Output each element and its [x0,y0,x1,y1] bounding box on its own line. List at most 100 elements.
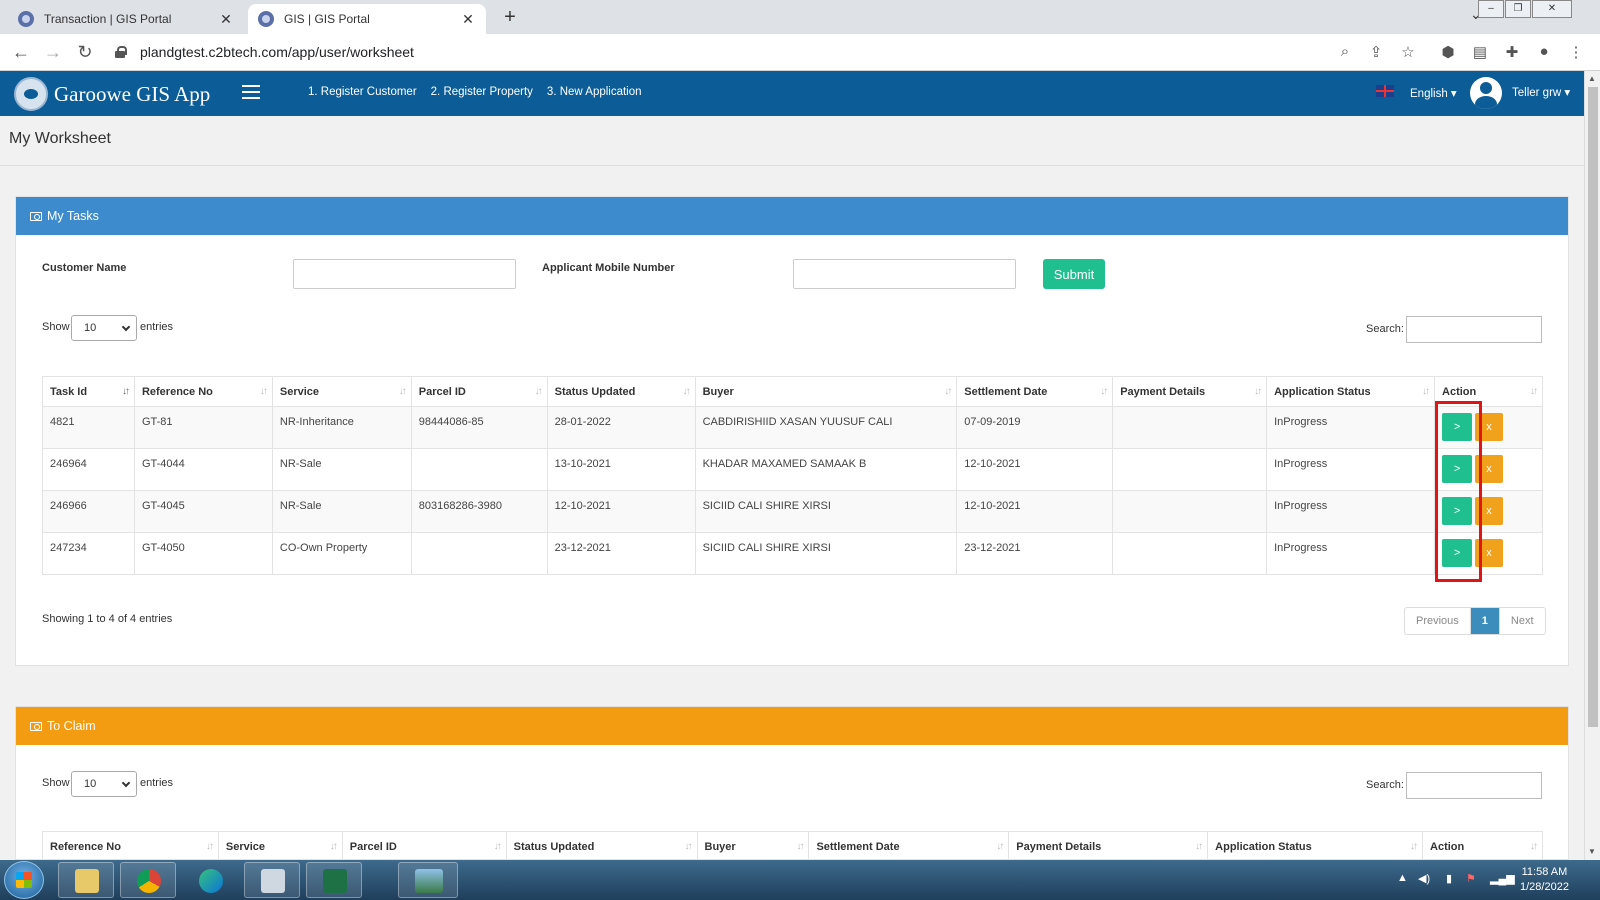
col-service[interactable]: Service ↓↑ [271,376,412,407]
submit-button[interactable]: Submit [1043,259,1105,289]
tab-close-icon[interactable]: ✕ [218,11,234,28]
cell-service: NR-Inheritance [271,406,412,449]
open-task-button[interactable]: > [1442,497,1473,525]
sort-icon: ↓↑ [205,841,214,852]
cell-parcel-id: 803168286-3980 [410,490,548,533]
open-task-button[interactable]: > [1442,539,1473,567]
col-application-status[interactable]: Application Status ↓↑ [1207,831,1424,862]
language-dropdown[interactable]: English ▾ [1410,86,1457,100]
col-payment-details[interactable]: Payment Details ↓↑ [1008,831,1209,862]
remove-task-button[interactable]: x [1475,497,1504,525]
taskbar-notes[interactable] [244,862,300,898]
col-settlement-date[interactable]: Settlement Date ↓↑ [808,831,1010,862]
col-application-status[interactable]: Application Status ↓↑ [1266,376,1436,407]
volume-icon[interactable]: ◀) [1418,872,1430,885]
battery-icon[interactable]: ▮ [1446,872,1452,885]
col-settlement-date[interactable]: Settlement Date ↓↑ [956,376,1114,407]
menu-toggle-icon[interactable] [242,85,260,99]
col-status-updated[interactable]: Status Updated ↓↑ [505,831,698,862]
nav-new-application[interactable]: 3. New Application [547,86,642,98]
user-avatar[interactable] [1470,77,1502,109]
scroll-up-icon[interactable]: ▲ [1588,74,1596,83]
cell-status-updated: 28-01-2022 [546,406,696,449]
cell-action: > x [1434,532,1543,575]
pager-page-1[interactable]: 1 [1470,608,1500,634]
user-menu-dropdown[interactable]: Teller grw ▾ [1512,85,1570,99]
cell-parcel-id [410,532,548,575]
restore-window-icon[interactable]: ❐ [1505,0,1531,18]
share-icon[interactable]: ⇪ [1366,43,1386,61]
col-action[interactable]: Action ↓↑ [1434,376,1543,407]
app-title[interactable]: Garoowe GIS App [54,82,210,107]
extension-shield-icon[interactable]: ⬢ [1438,43,1458,61]
col-reference-no[interactable]: Reference No ↓↑ [133,376,273,407]
tasks-search-input[interactable] [1406,316,1542,343]
taskbar-excel[interactable] [306,862,362,898]
sort-icon: ↓↑ [796,841,804,852]
cell-buyer: SICIID CALI SHIRE XIRSI [694,532,958,575]
search-label: Search: [1366,323,1404,335]
tray-expand-icon[interactable]: ▲ [1397,872,1408,884]
zoom-icon[interactable]: ⌕ [1335,43,1355,60]
cell-service: CO-Own Property [271,532,412,575]
cell-task-id: 247234 [42,532,135,575]
customer-name-input[interactable] [293,259,516,289]
remove-task-button[interactable]: x [1475,539,1504,567]
profile-icon[interactable]: ● [1534,43,1554,60]
url-field[interactable]: plandgtest.c2btech.com/app/user/workshee… [114,39,1314,65]
col-buyer[interactable]: Buyer ↓↑ [696,831,810,862]
sort-icon: ↓↑ [1254,386,1262,397]
scroll-thumb[interactable] [1588,87,1598,727]
col-parcel-id[interactable]: Parcel ID ↓↑ [410,376,548,407]
action-center-icon[interactable]: ⚑ [1466,872,1476,885]
col-buyer[interactable]: Buyer ↓↑ [694,376,958,407]
pager-previous[interactable]: Previous [1405,608,1471,634]
scroll-down-icon[interactable]: ▼ [1588,847,1596,856]
remove-task-button[interactable]: x [1475,455,1504,483]
network-icon[interactable]: ▂▄▆ [1490,872,1515,885]
taskbar-edge[interactable] [182,862,238,898]
app-logo[interactable] [14,77,48,111]
col-parcel-id[interactable]: Parcel ID ↓↑ [341,831,507,862]
tab-close-icon[interactable]: ✕ [460,11,476,28]
browser-tab-transaction[interactable]: Transaction | GIS Portal ✕ [8,4,244,34]
extension-clipboard-icon[interactable]: ▤ [1470,43,1490,61]
taskbar-chrome[interactable] [120,862,176,898]
start-button[interactable] [4,861,44,899]
nav-register-customer[interactable]: 1. Register Customer [308,86,417,98]
col-reference-no[interactable]: Reference No ↓↑ [42,831,219,862]
col-task-id[interactable]: Task Id ↓↑ [42,376,135,407]
mobile-number-input[interactable] [793,259,1016,289]
taskbar-photos[interactable] [398,862,458,898]
col-status-updated[interactable]: Status Updated ↓↑ [546,376,696,407]
claim-search-input[interactable] [1406,772,1542,799]
nav-register-property[interactable]: 2. Register Property [431,86,533,98]
browser-menu-icon[interactable]: ⋮ [1566,43,1586,61]
taskbar-explorer[interactable] [58,862,114,898]
extensions-puzzle-icon[interactable]: ✚ [1502,43,1522,61]
new-tab-button[interactable]: + [498,6,522,29]
page-scrollbar[interactable]: ▲ ▼ [1584,71,1600,860]
forward-arrow-icon[interactable]: → [42,42,64,63]
col-payment-details[interactable]: Payment Details ↓↑ [1112,376,1268,407]
minimize-window-icon[interactable]: – [1478,0,1504,18]
claim-page-length-select[interactable]: 10 [71,771,137,797]
open-task-button[interactable]: > [1442,455,1473,483]
show-label: Show [42,321,70,333]
back-arrow-icon[interactable]: ← [10,42,32,63]
reload-icon[interactable]: ↻ [74,42,96,63]
system-clock[interactable]: 11:58 AM 1/28/2022 [1520,865,1569,895]
chevron-down-icon [121,778,131,788]
remove-task-button[interactable]: x [1475,413,1504,441]
page-length-select[interactable]: 10 [71,315,137,341]
clock-time: 11:58 AM [1521,866,1568,878]
sort-icon: ↓↑ [682,386,691,397]
open-task-button[interactable]: > [1442,413,1473,441]
browser-tab-gis[interactable]: GIS | GIS Portal ✕ [248,4,486,34]
tasks-table: Task Id ↓↑ Reference No ↓↑ Service ↓↑ Parce… [42,376,1543,575]
col-action[interactable]: Action ↓↑ [1422,831,1543,862]
close-window-icon[interactable]: ✕ [1532,0,1572,18]
bookmark-star-icon[interactable]: ☆ [1398,43,1418,61]
col-service[interactable]: Service ↓↑ [217,831,343,862]
pager-next[interactable]: Next [1500,608,1545,634]
